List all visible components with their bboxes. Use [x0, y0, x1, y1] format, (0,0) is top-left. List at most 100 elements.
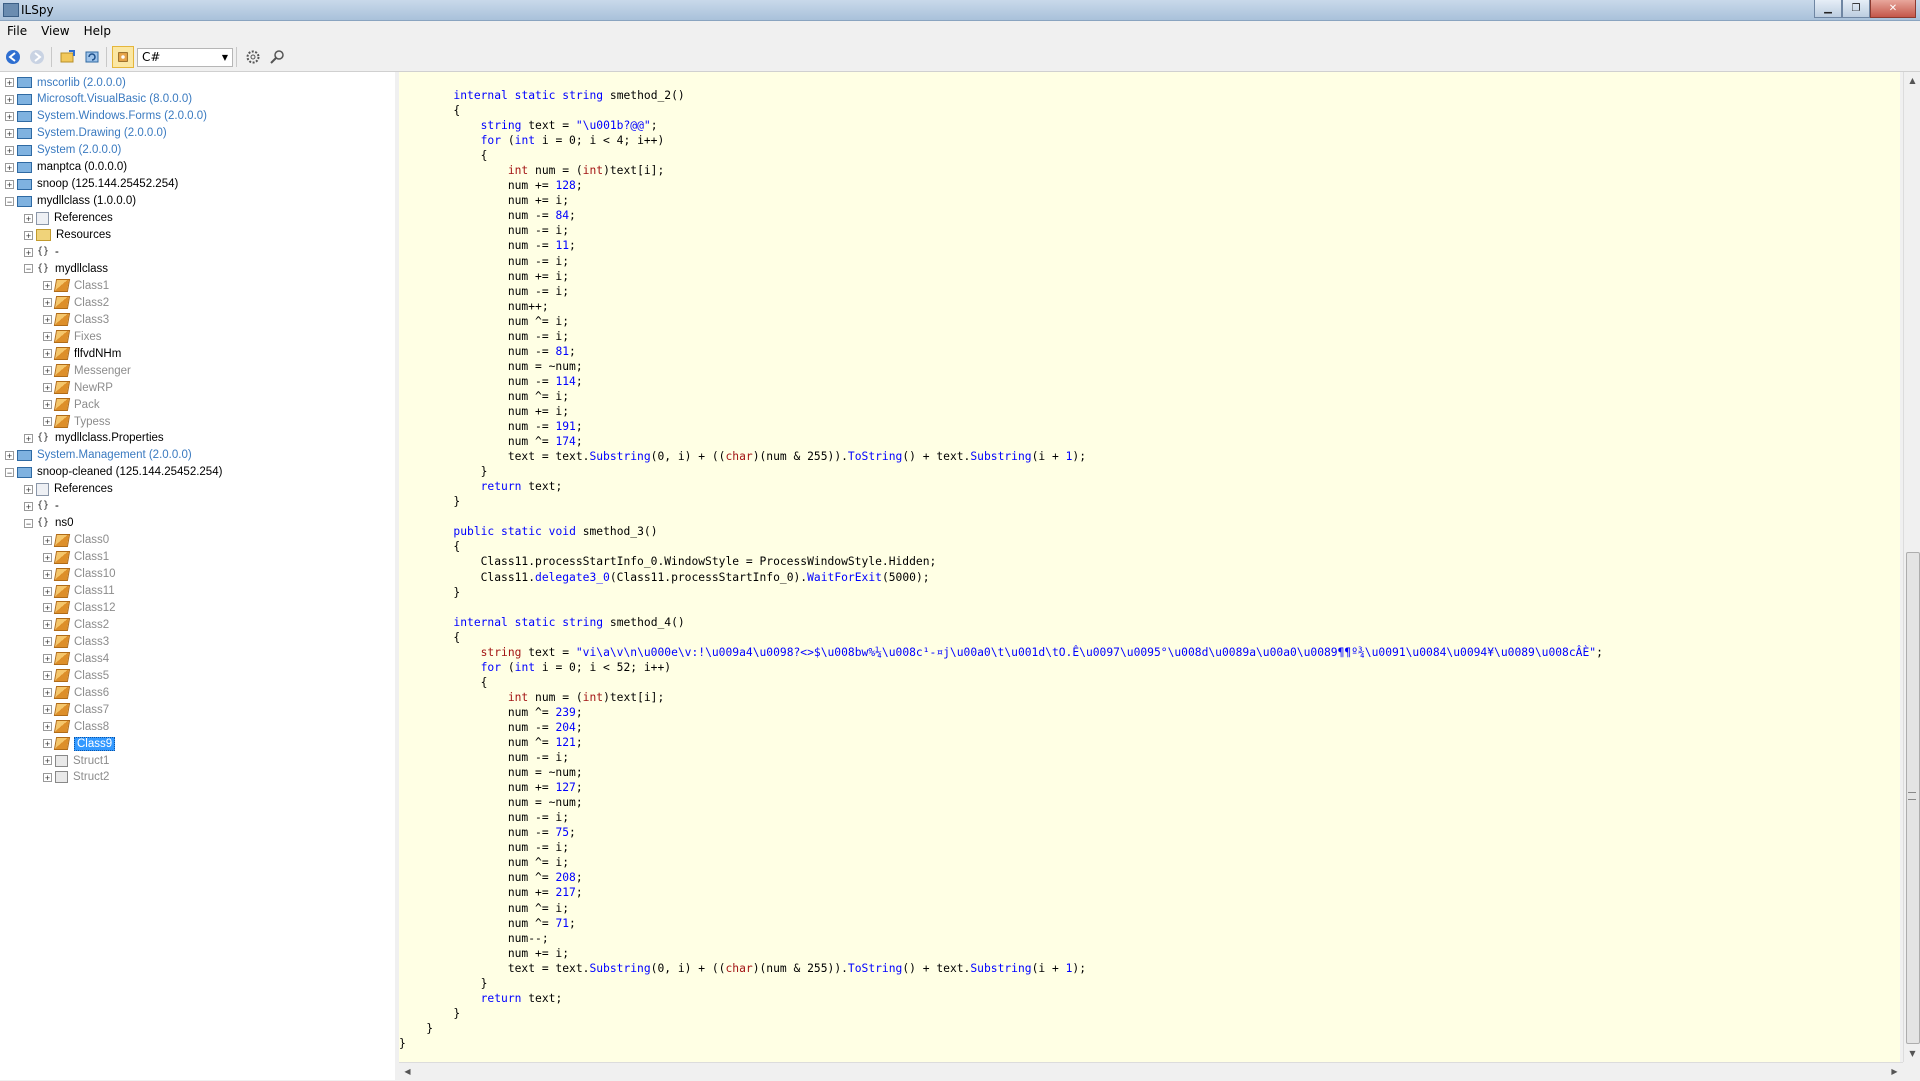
tree-node[interactable]: + Class12 — [43, 599, 116, 616]
maximize-button[interactable]: ❐ — [1842, 0, 1870, 18]
expand-icon[interactable]: + — [24, 213, 33, 223]
collapse-icon[interactable]: − — [24, 264, 33, 274]
assembly-tree[interactable]: + mscorlib (2.0.0.0) + Microsoft.VisualBasi… — [0, 72, 396, 1080]
code-view[interactable]: internal static string smethod_2() { str… — [399, 72, 1900, 1062]
tree-node[interactable]: + Class1 — [43, 549, 109, 566]
forward-button[interactable] — [26, 46, 48, 68]
scroll-down-icon[interactable]: ▼ — [1904, 1045, 1920, 1062]
tree-node[interactable]: + Pack — [43, 396, 100, 413]
expand-icon[interactable]: + — [43, 383, 52, 393]
expand-icon[interactable]: + — [43, 722, 52, 732]
tree-node[interactable]: + System.Windows.Forms (2.0.0.0) — [5, 108, 207, 125]
tree-node[interactable]: + flfvdNHm — [43, 345, 121, 362]
tree-node[interactable]: + Class3 — [43, 311, 109, 328]
expand-icon[interactable]: + — [5, 145, 14, 155]
expand-icon[interactable]: + — [24, 247, 33, 257]
tree-node[interactable]: + Class5 — [43, 667, 109, 684]
tree-node[interactable]: + Class11 — [43, 583, 115, 600]
tree-node[interactable]: −{} mydllclass — [24, 260, 108, 277]
tree-node[interactable]: + References — [24, 210, 113, 227]
expand-icon[interactable]: + — [5, 162, 14, 172]
expand-icon[interactable]: + — [5, 128, 14, 138]
tree-node[interactable]: + Class9 — [43, 735, 116, 752]
tree-node[interactable]: −{} ns0 — [24, 515, 74, 532]
expand-icon[interactable]: + — [5, 78, 14, 88]
search-button[interactable] — [266, 46, 288, 68]
expand-icon[interactable]: + — [24, 501, 33, 511]
expand-icon[interactable]: + — [43, 417, 52, 427]
tree-node[interactable]: + Typess — [43, 413, 110, 430]
tree-node[interactable]: + System.Drawing (2.0.0.0) — [5, 125, 167, 142]
expand-icon[interactable]: + — [43, 654, 52, 664]
language-dropdown[interactable]: C# ▼ — [137, 47, 233, 67]
back-button[interactable] — [2, 46, 24, 68]
tree-node[interactable]: +{} mydllclass.Properties — [24, 430, 164, 447]
tree-node[interactable]: + Microsoft.VisualBasic (8.0.0.0) — [5, 91, 192, 108]
tree-node[interactable]: + Class8 — [43, 718, 109, 735]
expand-icon[interactable]: + — [43, 366, 52, 376]
tree-node[interactable]: + Class3 — [43, 633, 109, 650]
expand-icon[interactable]: + — [43, 739, 52, 749]
tree-node[interactable]: + Messenger — [43, 362, 131, 379]
expand-icon[interactable]: + — [43, 671, 52, 681]
tree-node[interactable]: + System (2.0.0.0) — [5, 142, 121, 159]
expand-icon[interactable]: + — [43, 349, 52, 359]
options-button[interactable] — [242, 46, 264, 68]
vertical-scrollbar[interactable]: ▲ ▼ — [1903, 72, 1920, 1062]
expand-icon[interactable]: + — [43, 281, 52, 291]
minimize-button[interactable]: ▁ — [1814, 0, 1842, 18]
tree-node[interactable]: + System.Management (2.0.0.0) — [5, 447, 192, 464]
open-button[interactable] — [57, 46, 79, 68]
expand-icon[interactable]: + — [24, 484, 33, 494]
tree-node[interactable]: + snoop (125.144.25452.254) — [5, 176, 178, 193]
expand-icon[interactable]: + — [5, 179, 14, 189]
tree-node[interactable]: + Class0 — [43, 532, 109, 549]
expand-icon[interactable]: + — [43, 569, 52, 579]
collapse-icon[interactable]: − — [5, 196, 14, 206]
tree-node[interactable]: − snoop-cleaned (125.144.25452.254) — [5, 464, 222, 481]
tree-node[interactable]: +{} - — [24, 498, 59, 515]
expand-icon[interactable]: + — [43, 772, 52, 782]
tree-node[interactable]: + Class2 — [43, 616, 109, 633]
tree-node[interactable]: + Class1 — [43, 277, 109, 294]
expand-icon[interactable]: + — [43, 756, 52, 766]
expand-icon[interactable]: + — [43, 705, 52, 715]
reload-button[interactable] — [81, 46, 103, 68]
horizontal-scrollbar[interactable]: ◀ ▶ — [399, 1062, 1903, 1081]
expand-icon[interactable]: + — [5, 94, 14, 104]
tree-node[interactable]: + References — [24, 481, 113, 498]
tree-node[interactable]: + NewRP — [43, 379, 113, 396]
menu-file[interactable]: File — [0, 24, 34, 38]
show-internal-button[interactable] — [112, 46, 134, 68]
scroll-right-icon[interactable]: ▶ — [1886, 1063, 1903, 1080]
expand-icon[interactable]: + — [43, 332, 52, 342]
expand-icon[interactable]: + — [43, 637, 52, 647]
expand-icon[interactable]: + — [43, 298, 52, 308]
scroll-up-icon[interactable]: ▲ — [1904, 72, 1920, 89]
tree-node[interactable]: + Class6 — [43, 684, 109, 701]
tree-node[interactable]: + Class4 — [43, 650, 109, 667]
expand-icon[interactable]: + — [24, 230, 33, 240]
expand-icon[interactable]: + — [5, 111, 14, 121]
expand-icon[interactable]: + — [43, 315, 52, 325]
scroll-left-icon[interactable]: ◀ — [399, 1063, 416, 1080]
expand-icon[interactable]: + — [5, 450, 14, 460]
tree-node[interactable]: + Class7 — [43, 701, 109, 718]
menu-view[interactable]: View — [34, 24, 76, 38]
expand-icon[interactable]: + — [43, 586, 52, 596]
expand-icon[interactable]: + — [43, 400, 52, 410]
close-button[interactable]: ✕ — [1870, 0, 1916, 18]
tree-node[interactable]: + Class10 — [43, 566, 116, 583]
expand-icon[interactable]: + — [24, 433, 33, 443]
expand-icon[interactable]: + — [43, 603, 52, 613]
menu-help[interactable]: Help — [77, 24, 118, 38]
tree-node[interactable]: + Struct2 — [43, 769, 109, 786]
tree-node[interactable]: + mscorlib (2.0.0.0) — [5, 74, 126, 91]
expand-icon[interactable]: + — [43, 620, 52, 630]
collapse-icon[interactable]: − — [24, 518, 33, 528]
tree-node[interactable]: + Struct1 — [43, 752, 109, 769]
tree-node[interactable]: + Resources — [24, 227, 111, 244]
tree-node[interactable]: + Class2 — [43, 294, 109, 311]
expand-icon[interactable]: + — [43, 535, 52, 545]
expand-icon[interactable]: + — [43, 552, 52, 562]
